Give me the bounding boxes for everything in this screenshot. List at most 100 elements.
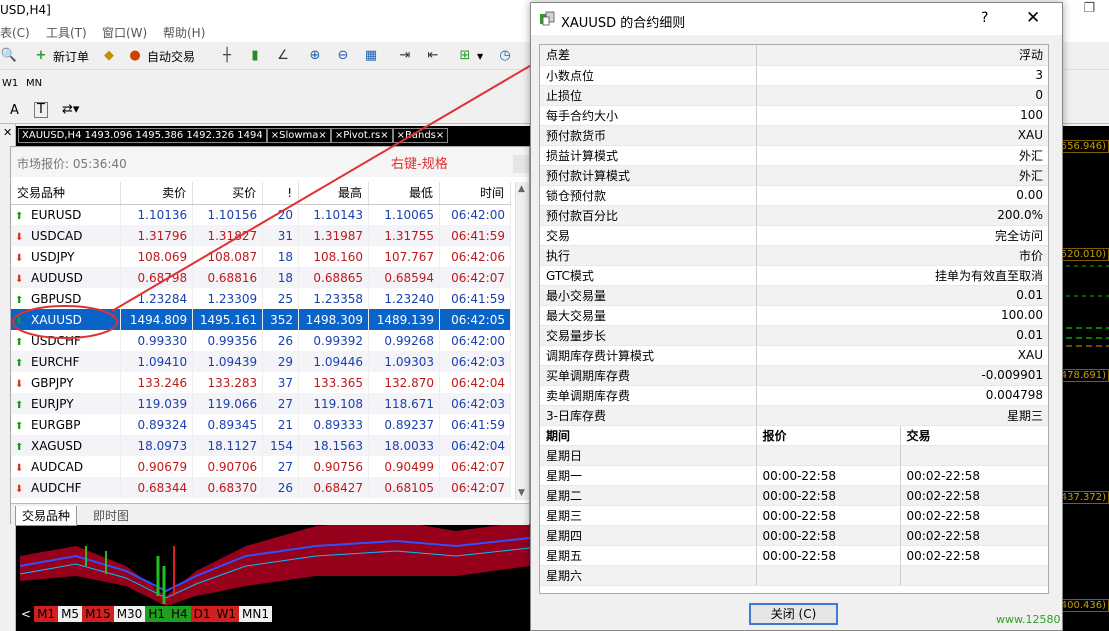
menu-window[interactable]: 窗口(W) bbox=[102, 24, 147, 41]
arrows-tool-icon[interactable]: ⇄▾ bbox=[62, 102, 79, 117]
symbol-cell[interactable]: ⬇ AUDCHF bbox=[11, 477, 122, 498]
bid-cell: 1.09410 bbox=[120, 351, 194, 372]
tab-symbols[interactable]: 交易品种 bbox=[15, 506, 78, 526]
col-time[interactable]: 时间 bbox=[439, 182, 511, 205]
auto-trading-button[interactable]: ● 自动交易 bbox=[126, 45, 195, 67]
tf-mn1[interactable]: MN1 bbox=[239, 606, 272, 622]
tf-d1[interactable]: D1 bbox=[190, 606, 214, 622]
table-row[interactable]: ⬇ AUDCHF 0.68344 0.68370 26 0.68427 0.68105 06:… bbox=[11, 477, 511, 498]
symbol-cell[interactable]: ⬇ GBPJPY bbox=[11, 372, 122, 393]
restore-icon[interactable]: ❐ bbox=[1083, 1, 1095, 16]
tf-w1-bar[interactable]: W1 bbox=[213, 606, 240, 622]
col-low[interactable]: 最低 bbox=[368, 182, 440, 205]
symbol-cell[interactable]: ⬆ EURUSD bbox=[11, 204, 122, 225]
scroll-up-icon[interactable]: ▲ bbox=[518, 184, 525, 194]
col-ask[interactable]: 买价 bbox=[192, 182, 264, 205]
indicator-bands[interactable]: ×Bands× bbox=[392, 128, 449, 143]
symbol-cell[interactable]: ⬇ AUDCAD bbox=[11, 456, 122, 477]
spec-value: 完全访问 bbox=[756, 225, 1048, 246]
tf-scroll-left-icon[interactable]: < bbox=[18, 606, 35, 622]
tf-mn[interactable]: MN bbox=[26, 78, 42, 89]
table-row[interactable]: ⬆ EURUSD 1.10136 1.10156 20 1.10143 1.10065 06:… bbox=[11, 204, 511, 225]
symbol-cell[interactable]: ⬆ EURJPY bbox=[11, 393, 122, 414]
table-row[interactable]: ⬆ EURJPY 119.039 119.066 27 119.108 118.671 06:… bbox=[11, 393, 511, 414]
low-cell: 0.89237 bbox=[368, 414, 440, 435]
zoom-tool-button[interactable]: 🔍 bbox=[0, 45, 18, 67]
tf-h4[interactable]: H4 bbox=[167, 606, 191, 622]
table-row[interactable]: ⬆ USDCHF 0.99330 0.99356 26 0.99392 0.99268 06:… bbox=[11, 330, 511, 351]
line-chart-button[interactable]: ∠ bbox=[274, 45, 292, 67]
menu-tools[interactable]: 工具(T) bbox=[46, 24, 87, 41]
table-row[interactable]: ⬆ EURCHF 1.09410 1.09439 29 1.09446 1.09303 06:… bbox=[11, 351, 511, 372]
tf-m5[interactable]: M5 bbox=[58, 606, 83, 622]
symbol-cell[interactable]: ⬇ AUDUSD bbox=[11, 267, 122, 288]
session-trade: 00:02-22:58 bbox=[900, 545, 1048, 566]
tf-w1[interactable]: W1 bbox=[2, 78, 18, 89]
auto-trading-icon: ● bbox=[129, 48, 141, 63]
new-order-button[interactable]: + 新订单 bbox=[32, 45, 89, 67]
help-button[interactable]: ? bbox=[981, 10, 988, 26]
spread-cell: 27 bbox=[262, 456, 300, 477]
symbol-cell[interactable]: ⬆ EURCHF bbox=[11, 351, 122, 372]
sessions-header: 期间 报价 交易 bbox=[540, 425, 1048, 446]
scroll-down-icon[interactable]: ▼ bbox=[518, 488, 525, 498]
menu-help[interactable]: 帮助(H) bbox=[163, 24, 205, 41]
col-spread[interactable]: ! bbox=[262, 182, 300, 205]
symbol-cell[interactable]: ⬆ GBPUSD bbox=[11, 288, 122, 309]
indicators-button[interactable]: ⊞ ▼ bbox=[456, 45, 484, 67]
time-cell: 06:42:07 bbox=[439, 456, 511, 477]
table-row[interactable]: ⬇ AUDUSD 0.68798 0.68816 18 0.68865 0.68594 06:… bbox=[11, 267, 511, 288]
zoom-in-button[interactable]: ⊕ bbox=[306, 45, 324, 67]
symbol-cell[interactable]: ⬆ XAGUSD bbox=[11, 435, 122, 456]
spec-value: 0 bbox=[756, 85, 1048, 106]
table-row[interactable]: ⬆ XAUUSD 1494.809 1495.161 352 1498.309 1489.1… bbox=[11, 309, 511, 330]
market-watch-tabs: 交易品种 即时图 bbox=[11, 503, 529, 526]
chart-shift-button[interactable]: ⇥ bbox=[396, 45, 414, 67]
symbol-cell[interactable]: ⬆ USDCHF bbox=[11, 330, 122, 351]
symbol-cell[interactable]: ⬇ USDJPY bbox=[11, 246, 122, 267]
indicator-pivot[interactable]: ×Pivot.rs× bbox=[330, 128, 393, 143]
bid-cell: 1494.809 bbox=[120, 309, 194, 330]
tf-m30[interactable]: M30 bbox=[113, 606, 146, 622]
table-row[interactable]: ⬇ USDJPY 108.069 108.087 18 108.160 107.767 06:… bbox=[11, 246, 511, 267]
table-row[interactable]: ⬆ EURGBP 0.89324 0.89345 21 0.89333 0.89237 06:… bbox=[11, 414, 511, 435]
dialog-close-button[interactable]: ✕ bbox=[1026, 8, 1040, 28]
spec-value: -0.009901 bbox=[756, 365, 1048, 386]
time-cell: 06:41:59 bbox=[439, 288, 511, 309]
tab-tick-chart[interactable]: 即时图 bbox=[87, 506, 135, 525]
table-row[interactable]: ⬇ USDCAD 1.31796 1.31827 31 1.31987 1.31755 06:… bbox=[11, 225, 511, 246]
text-label-tool-icon[interactable]: T bbox=[34, 102, 48, 118]
col-bid[interactable]: 卖价 bbox=[120, 182, 194, 205]
symbol-cell[interactable]: ⬆ XAUUSD bbox=[11, 309, 122, 330]
table-row[interactable]: ⬇ GBPJPY 133.246 133.283 37 133.365 132.870 06:… bbox=[11, 372, 511, 393]
tile-windows-button[interactable]: ▦ bbox=[362, 45, 380, 67]
periods-button[interactable]: ◷ bbox=[496, 45, 514, 67]
spec-value: XAU bbox=[756, 345, 1048, 366]
tf-m1[interactable]: M1 bbox=[34, 606, 59, 622]
table-row[interactable]: ⬆ GBPUSD 1.23284 1.23309 25 1.23358 1.23240 06:… bbox=[11, 288, 511, 309]
sessions-header-quote: 报价 bbox=[756, 425, 901, 446]
col-symbol[interactable]: 交易品种 bbox=[11, 182, 122, 205]
session-quote: 00:00-22:58 bbox=[756, 525, 901, 546]
zoom-out-button[interactable]: ⊖ bbox=[334, 45, 352, 67]
panel-close-button[interactable] bbox=[513, 155, 529, 173]
table-row[interactable]: ⬇ AUDCAD 0.90679 0.90706 27 0.90756 0.90499 06:… bbox=[11, 456, 511, 477]
close-icon[interactable]: ✕ bbox=[3, 126, 12, 139]
symbol-cell[interactable]: ⬇ USDCAD bbox=[11, 225, 122, 246]
tf-m15[interactable]: M15 bbox=[82, 606, 114, 622]
menu-chart[interactable]: 表(C) bbox=[0, 24, 30, 41]
bid-cell: 1.10136 bbox=[120, 204, 194, 225]
indicator-slowma[interactable]: ×Slowma× bbox=[266, 128, 331, 143]
text-tool-icon[interactable]: A bbox=[10, 103, 19, 118]
metaeditor-button[interactable]: ◆ bbox=[100, 45, 118, 67]
symbol-cell[interactable]: ⬆ EURGBP bbox=[11, 414, 122, 435]
market-watch-scrollbar[interactable]: ▲ ▼ bbox=[515, 182, 529, 500]
main-title: USD,H4] bbox=[0, 3, 51, 17]
table-row[interactable]: ⬆ XAGUSD 18.0973 18.1127 154 18.1563 18.0033 06… bbox=[11, 435, 511, 456]
tf-h1[interactable]: H1 bbox=[145, 606, 168, 622]
col-high[interactable]: 最高 bbox=[298, 182, 370, 205]
candle-chart-button[interactable]: ▮ bbox=[246, 45, 264, 67]
bar-chart-button[interactable]: ┼ bbox=[218, 45, 236, 67]
autoscroll-button[interactable]: ⇤ bbox=[424, 45, 442, 67]
close-button[interactable]: 关闭 (C) bbox=[749, 603, 838, 625]
